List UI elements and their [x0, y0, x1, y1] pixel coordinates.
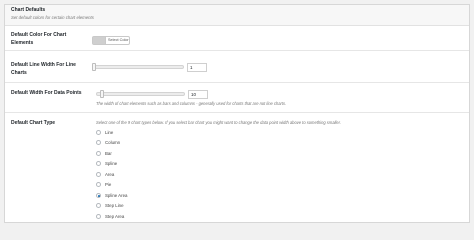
line-width-slider[interactable]	[92, 65, 184, 69]
radio-option-pie[interactable]: Pie	[96, 181, 111, 188]
data-point-width-description: The width of chart elements such as bars…	[96, 101, 287, 106]
line-width-label: Default Line Width For Line Charts	[11, 62, 76, 76]
radio-button[interactable]	[96, 151, 101, 156]
radio-option-spline[interactable]: Spline	[96, 160, 117, 167]
line-width-row: Default Line Width For Line Charts	[5, 51, 469, 83]
radio-label: Pie	[105, 182, 112, 187]
select-color-button[interactable]: Select Color	[92, 36, 130, 45]
radio-button[interactable]	[96, 172, 101, 177]
radio-button-selected[interactable]	[96, 193, 101, 198]
chart-type-description: Select one of the 9 chart types below. I…	[96, 120, 341, 125]
radio-label: Step Area	[105, 214, 125, 219]
select-color-label: Select Color	[108, 38, 129, 42]
radio-button[interactable]	[96, 161, 101, 166]
radio-button[interactable]	[96, 214, 101, 219]
radio-label: Column	[105, 140, 121, 145]
data-point-width-slider-handle[interactable]	[100, 90, 104, 98]
radio-button[interactable]	[96, 203, 101, 208]
radio-option-spline-area[interactable]: Spline Area	[96, 192, 127, 199]
chart-type-label: Default Chart Type	[11, 120, 56, 126]
radio-option-bar[interactable]: Bar	[96, 150, 112, 157]
data-point-width-input[interactable]: 10	[188, 90, 208, 99]
radio-button[interactable]	[96, 140, 101, 145]
section-header: Chart Defaults Set default colors for ce…	[5, 5, 469, 26]
radio-label: Spline Area	[105, 193, 128, 198]
data-point-width-label: Default Width For Data Points	[11, 90, 82, 96]
radio-option-area[interactable]: Area	[96, 171, 114, 178]
section-title: Chart Defaults	[11, 7, 46, 13]
default-color-row: Default Color For Chart Elements	[5, 26, 469, 51]
radio-option-column[interactable]: Column	[96, 139, 120, 146]
data-point-width-slider[interactable]	[96, 92, 185, 96]
radio-option-step-line[interactable]: Step Line	[96, 202, 124, 209]
settings-panel: Chart Defaults Set default colors for ce…	[4, 4, 470, 223]
data-point-width-row: Default Width For Data Points	[5, 83, 469, 113]
color-swatch	[93, 37, 106, 44]
radio-label: Spline	[105, 161, 118, 166]
section-description: Set default colors for certain chart ele…	[11, 15, 94, 20]
radio-label: Step Line	[105, 203, 124, 208]
radio-button[interactable]	[96, 130, 101, 135]
default-color-label: Default Color For Chart Elements	[11, 32, 67, 46]
line-width-slider-handle[interactable]	[92, 63, 96, 71]
chart-type-row: Default Chart Type	[5, 113, 469, 224]
radio-option-step-area[interactable]: Step Area	[96, 213, 124, 220]
radio-option-line[interactable]: Line	[96, 129, 113, 136]
radio-label: Area	[105, 172, 115, 177]
radio-label: Bar	[105, 151, 112, 156]
line-width-input[interactable]: 1	[187, 63, 207, 72]
radio-label: Line	[105, 130, 114, 135]
radio-button[interactable]	[96, 182, 101, 187]
